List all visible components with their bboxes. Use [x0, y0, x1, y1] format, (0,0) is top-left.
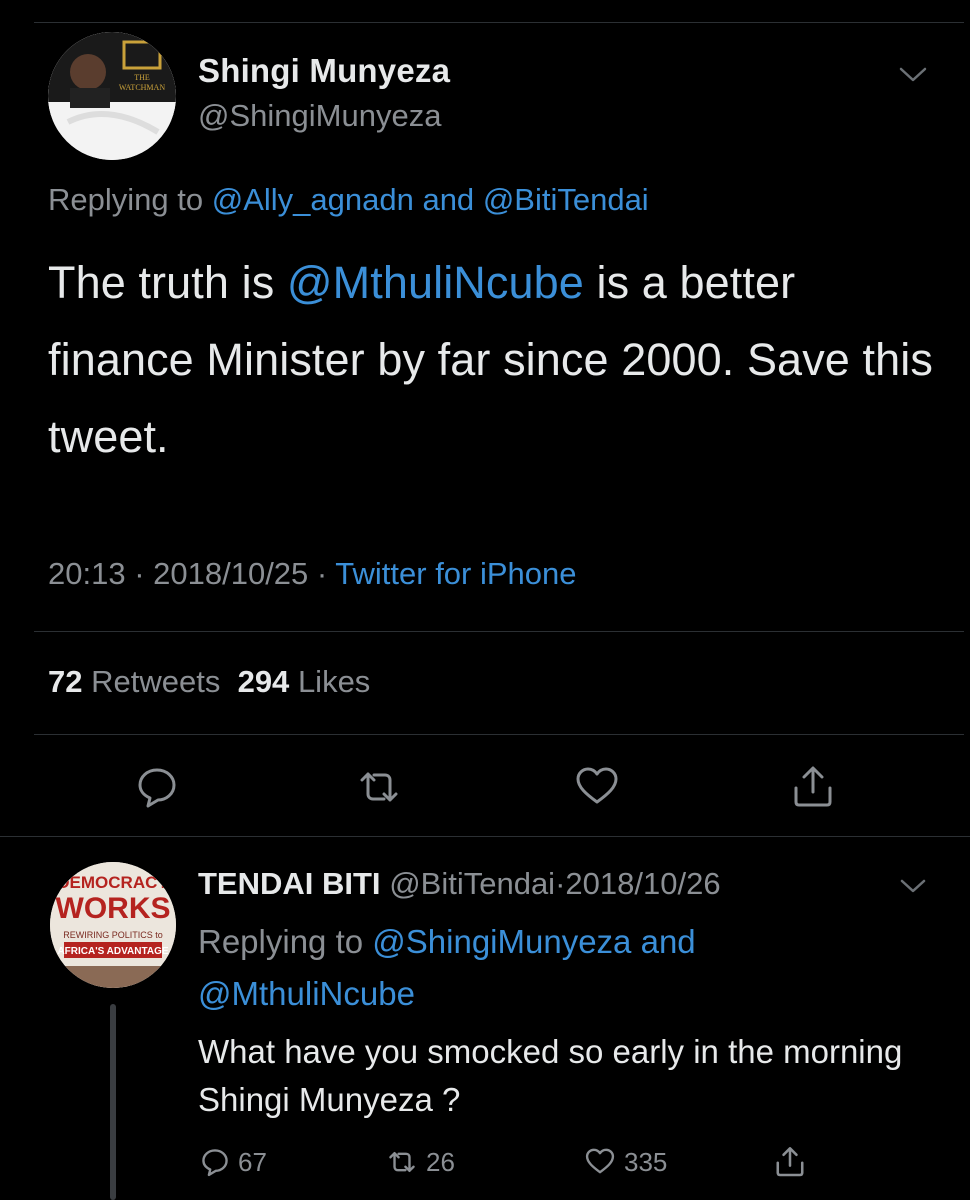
replies-count: 67 — [238, 1146, 267, 1177]
like-icon — [585, 1148, 615, 1174]
reply-text: What have you smocked so early in the mo… — [198, 1033, 903, 1118]
replying-to-prefix: Replying to — [198, 923, 364, 960]
reply-author-name[interactable]: TENDAI BITI — [198, 866, 381, 901]
tweet-text: The truth is @MthuliNcube is a better fi… — [48, 244, 938, 475]
reply-author-handle[interactable]: @BitiTendai — [389, 866, 555, 901]
retweets-count: 72 — [48, 664, 83, 699]
chevron-down-icon[interactable] — [898, 876, 928, 896]
avatar-caption-2: WATCHMAN — [119, 83, 165, 92]
share-icon — [776, 1147, 804, 1177]
share-icon[interactable] — [788, 762, 838, 812]
author-name[interactable]: Shingi Munyeza — [198, 52, 450, 90]
divider — [34, 631, 964, 632]
tweet-source[interactable]: Twitter for iPhone — [335, 556, 576, 591]
author-handle[interactable]: @ShingiMunyeza — [198, 98, 441, 134]
mention-link[interactable]: @MthuliNcube — [287, 257, 584, 308]
replying-to: Replying to @Ally_agnadn and @BitiTendai — [48, 182, 649, 218]
reply-user-link[interactable]: @MthuliNcube — [198, 975, 415, 1012]
reply-and: and — [640, 923, 696, 960]
likes-stat[interactable]: 294 Likes — [238, 664, 371, 699]
avatar-caption-1: THE — [134, 73, 150, 82]
retweet-icon — [389, 1151, 415, 1173]
cover-line-4: AFRICA'S ADVANTAGE — [57, 946, 168, 957]
reply-header: TENDAI BITI @BitiTendai·2018/10/26 — [198, 866, 721, 902]
reply-and: and — [422, 182, 475, 217]
likes-count: 294 — [237, 664, 290, 699]
reply-share[interactable] — [772, 1142, 814, 1182]
reply-icon[interactable] — [132, 762, 182, 812]
reply-date[interactable]: 2018/10/26 — [565, 866, 720, 901]
retweets-stat[interactable]: 72 Retweets — [48, 664, 220, 699]
avatar-image: THE WATCHMAN — [48, 32, 176, 160]
retweet-icon[interactable] — [354, 762, 404, 812]
thread-line — [110, 1004, 116, 1200]
retweets-count: 26 — [426, 1146, 455, 1177]
chevron-down-icon[interactable] — [898, 64, 928, 86]
divider — [34, 734, 964, 735]
reply-replying-to: Replying to @ShingiMunyeza and @MthuliNc… — [198, 916, 878, 1020]
tweet-text-part: The truth is — [48, 257, 287, 308]
reply-likes[interactable]: 335 — [582, 1142, 667, 1182]
tweet-meta: 20:13 · 2018/10/25 · Twitter for iPhone — [48, 556, 577, 592]
reply-separator: · — [555, 866, 566, 901]
book-cover-image: DEMOCRACY WORKS REWIRING POLITICS to AFR… — [50, 862, 176, 988]
author-avatar[interactable]: THE WATCHMAN — [48, 32, 176, 160]
meta-separator: · — [308, 556, 336, 591]
cover-line-3: REWIRING POLITICS to — [63, 930, 163, 940]
top-divider — [34, 22, 964, 23]
reply-retweets[interactable]: 26 — [384, 1142, 455, 1182]
tweet-date: 2018/10/25 — [153, 556, 309, 591]
cover-line-1: DEMOCRACY — [57, 873, 169, 892]
like-icon[interactable] — [572, 762, 622, 812]
likes-label: Likes — [297, 664, 371, 699]
reply-replies[interactable]: 67 — [198, 1142, 267, 1182]
reply-user-link[interactable]: @ShingiMunyeza — [372, 923, 631, 960]
tweet-time: 20:13 — [48, 556, 126, 591]
meta-separator: · — [125, 556, 154, 591]
tweet-stats: 72 Retweets 294 Likes — [48, 664, 370, 700]
likes-count: 335 — [624, 1146, 668, 1177]
reply-author-avatar[interactable]: DEMOCRACY WORKS REWIRING POLITICS to AFR… — [50, 862, 176, 988]
divider — [0, 836, 970, 837]
replying-to-prefix: Replying to — [48, 182, 204, 217]
reply-user-link[interactable]: @BitiTendai — [483, 182, 649, 217]
retweets-label: Retweets — [91, 664, 221, 699]
reply-icon — [202, 1149, 228, 1177]
cover-line-2: WORKS — [56, 892, 171, 925]
reply-user-link[interactable]: @Ally_agnadn — [212, 182, 414, 217]
